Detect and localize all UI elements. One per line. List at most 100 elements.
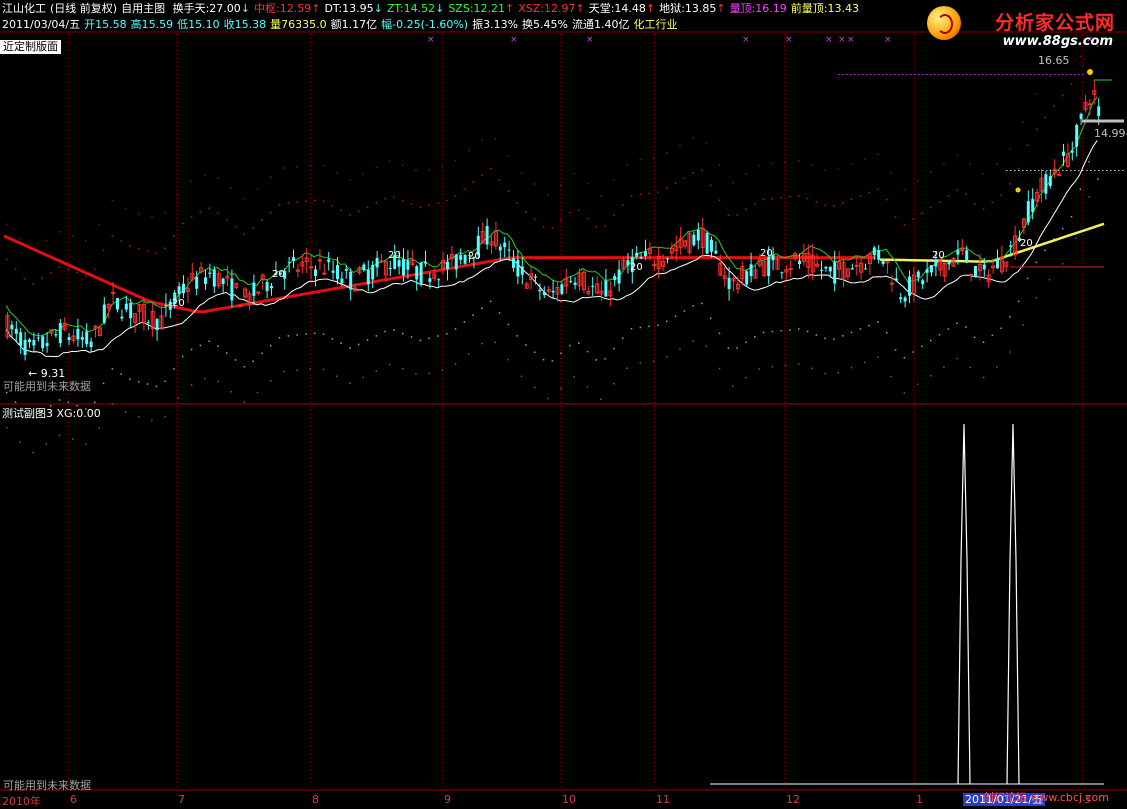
- envelope-dot: [762, 198, 765, 201]
- quote-float: 流通1.40亿: [571, 18, 630, 31]
- grid-dot: [654, 218, 655, 219]
- grid-dot: [1082, 474, 1083, 475]
- peak-dot: [1087, 69, 1093, 75]
- grid-dot: [914, 778, 915, 779]
- grid-dot: [560, 310, 561, 311]
- grid-dot: [784, 70, 785, 71]
- custom-layout-button[interactable]: 近定制版面: [0, 40, 61, 54]
- grid-dot: [176, 402, 177, 403]
- grid-dot: [176, 406, 177, 407]
- grid-dot: [654, 242, 655, 243]
- grid-dot: [68, 46, 69, 47]
- envelope-dot: [516, 335, 518, 337]
- grid-dot: [68, 326, 69, 327]
- grid-dot: [176, 318, 177, 319]
- grid-dot: [176, 42, 177, 43]
- grid-dot: [442, 766, 443, 767]
- envelope-dot: [578, 342, 580, 345]
- grid-dot: [310, 422, 311, 423]
- grid-dot: [176, 94, 177, 95]
- grid-dot: [784, 626, 785, 627]
- envelope-dot: [309, 164, 312, 167]
- grid-dot: [68, 234, 69, 235]
- sub-panel-name: 测试副图3: [2, 407, 53, 420]
- envelope-dot: [732, 385, 734, 387]
- candle-body: [710, 239, 713, 252]
- grid-dot: [442, 354, 443, 355]
- grid-dot: [914, 190, 915, 191]
- stock-name: 江山化工: [2, 2, 46, 15]
- envelope-dot: [446, 199, 448, 202]
- grid-dot: [442, 326, 443, 327]
- grid-dot: [560, 358, 561, 359]
- grid-dot: [310, 110, 311, 111]
- grid-dot: [914, 226, 915, 227]
- indicator-7: 地狱:13.85: [659, 2, 717, 15]
- envelope-dot: [969, 163, 972, 165]
- grid-dot: [68, 302, 69, 303]
- grid-dot: [560, 730, 561, 731]
- grid-dot: [914, 610, 915, 611]
- grid-dot: [310, 730, 311, 731]
- level-dot-line: [1046, 170, 1048, 171]
- grid-dot: [654, 378, 655, 379]
- grid-dot: [68, 594, 69, 595]
- level-dot-line: [1118, 170, 1120, 171]
- grid-dot: [176, 290, 177, 291]
- envelope-dot: [58, 434, 61, 436]
- candle-body: [485, 226, 489, 245]
- quote-info-row: 2011/03/04/五 开15.58 高15.59 低15.10 收15.38 量763…: [2, 18, 681, 32]
- candle-body: [10, 324, 14, 330]
- candle-body: [899, 297, 903, 300]
- grid-dot: [914, 310, 915, 311]
- grid-dot: [1082, 682, 1083, 683]
- grid-dot: [560, 158, 561, 159]
- envelope-dot: [930, 206, 932, 209]
- grid-dot: [1082, 670, 1083, 671]
- grid-dot: [310, 590, 311, 591]
- grid-dot: [914, 686, 915, 687]
- envelope-dot: [692, 136, 694, 139]
- grid-dot: [654, 702, 655, 703]
- peak-dot-line: [898, 74, 900, 75]
- grid-dot: [442, 410, 443, 411]
- grid-dot: [310, 766, 311, 767]
- grid-dot: [560, 642, 561, 643]
- grid-dot: [784, 174, 785, 175]
- future-data-warning-sub: 可能用到未来数据: [3, 779, 91, 792]
- envelope-dot: [705, 141, 708, 144]
- envelope-dot: [657, 191, 659, 193]
- grid-dot: [176, 602, 177, 603]
- grid-dot: [914, 506, 915, 507]
- grid-dot: [1082, 730, 1083, 731]
- grid-dot: [1082, 446, 1083, 447]
- grid-dot: [560, 254, 561, 255]
- envelope-dot: [859, 328, 862, 330]
- grid-dot: [784, 770, 785, 771]
- envelope-dot: [877, 188, 879, 190]
- chart-canvas[interactable]: 202020 202020 2020× × × × × × × × × ×: [0, 0, 1127, 806]
- grid-dot: [654, 90, 655, 91]
- grid-dot: [1082, 350, 1083, 351]
- grid-dot: [784, 730, 785, 731]
- grid-dot: [1082, 618, 1083, 619]
- grid-dot: [560, 738, 561, 739]
- grid-dot: [560, 406, 561, 407]
- grid-dot: [68, 194, 69, 195]
- grid-dot: [784, 114, 785, 115]
- envelope-dot: [402, 332, 404, 335]
- envelope-dot: [798, 363, 800, 365]
- envelope-dot: [1009, 183, 1011, 185]
- grid-dot: [68, 186, 69, 187]
- grid-dot: [1082, 410, 1083, 411]
- grid-dot: [914, 222, 915, 223]
- grid-dot: [442, 658, 443, 659]
- grid-dot: [654, 442, 655, 443]
- grid-dot: [176, 730, 177, 731]
- grid-dot: [914, 734, 915, 735]
- time-axis-label: 10: [562, 793, 576, 806]
- grid-dot: [1082, 678, 1083, 679]
- grid-dot: [784, 386, 785, 387]
- grid-dot: [1082, 462, 1083, 463]
- grid-dot: [310, 74, 311, 75]
